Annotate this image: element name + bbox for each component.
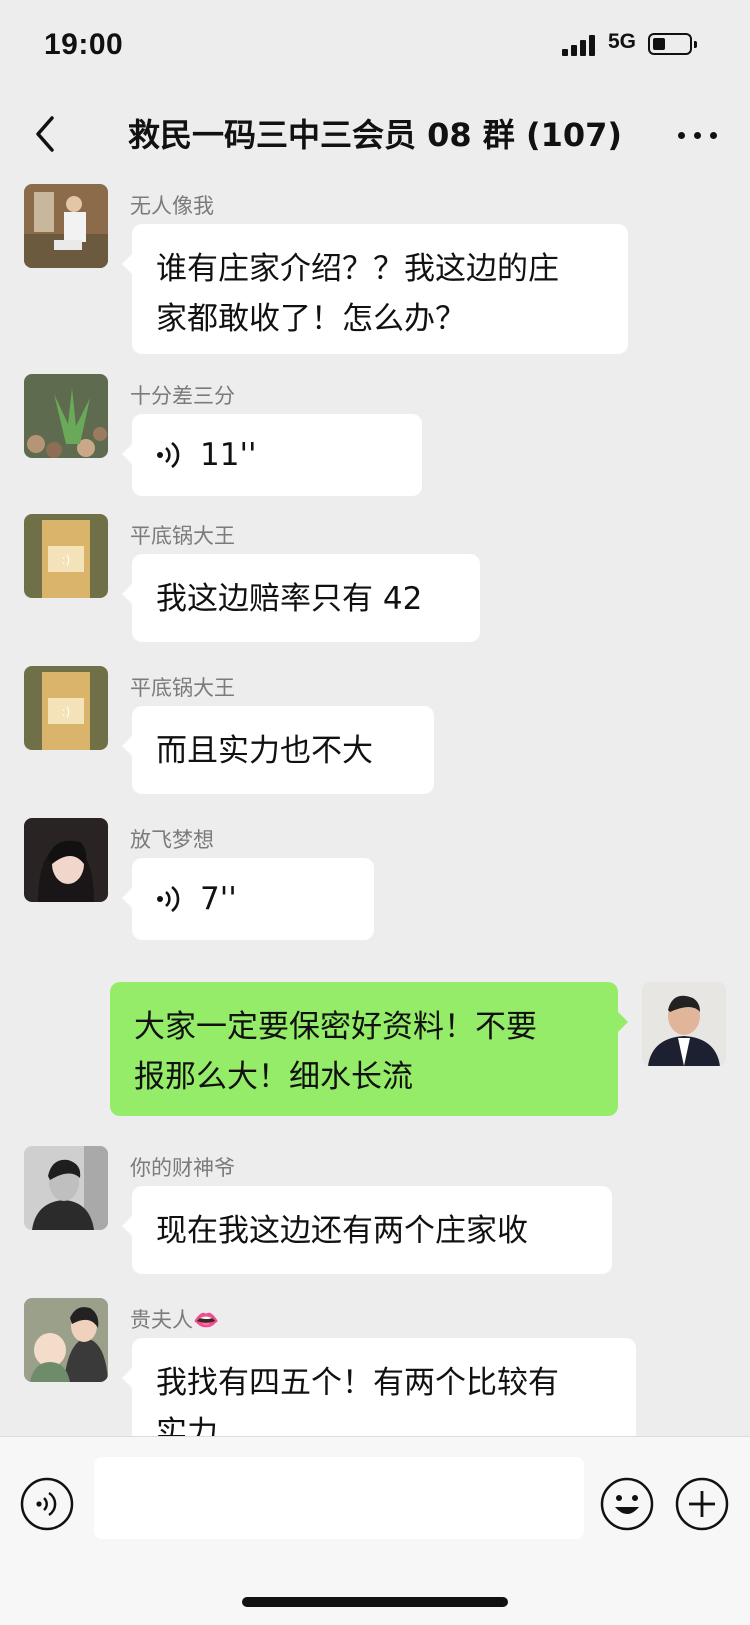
voice-wave-icon [157, 885, 180, 913]
message-text: 我找有四五个！有两个比较有 [156, 1365, 559, 1401]
voice-icon [20, 1477, 74, 1531]
emoji-icon [600, 1477, 654, 1531]
avatar[interactable] [24, 1298, 108, 1382]
sender-name: 贵夫人👄 [130, 1308, 220, 1332]
message-text: 谁有庄家介绍？？我这边的庄 [156, 251, 559, 287]
avatar[interactable] [24, 818, 108, 902]
my-avatar[interactable] [642, 982, 726, 1066]
more-functions-button[interactable] [675, 1477, 729, 1531]
message-bubble[interactable]: 谁有庄家介绍？？我这边的庄 家都敢收了！怎么办？ [122, 224, 628, 354]
voice-toggle-button[interactable] [20, 1477, 74, 1531]
voice-message-bubble[interactable]: 11'' [122, 414, 422, 496]
message-text: 家都敢收了！怎么办？ [156, 301, 466, 337]
message-input[interactable] [94, 1457, 584, 1539]
home-indicator[interactable] [242, 1597, 508, 1607]
chat-title: 救民一码三中三会员 08 群 (107) [127, 116, 622, 154]
message-text: 大家一定要保密好资料！不要 [134, 1009, 537, 1045]
message-text: 现在我这边还有两个庄家收 [156, 1213, 528, 1249]
network-label: 5G [608, 30, 637, 53]
status-time: 19:00 [44, 28, 124, 61]
battery-icon [648, 33, 697, 55]
avatar[interactable] [24, 1146, 108, 1230]
avatar[interactable] [24, 374, 108, 458]
chevron-left-icon [36, 116, 54, 152]
voice-duration: 7'' [200, 881, 237, 917]
sender-name: 放飞梦想 [130, 828, 214, 852]
svg-text::): :) [62, 553, 71, 567]
message-text: 我这边赔率只有 42 [156, 581, 423, 617]
message-text: 实力 [156, 1415, 218, 1436]
signal-icon [562, 34, 598, 56]
svg-text::): :) [62, 705, 71, 719]
avatar[interactable]: :) [24, 514, 108, 598]
message-bubble-self[interactable]: 大家一定要保密好资料！不要 报那么大！细水长流 [110, 982, 628, 1116]
sender-name: 平底锅大王 [130, 676, 235, 700]
sender-name: 无人像我 [130, 194, 214, 218]
sender-name: 十分差三分 [130, 384, 235, 408]
more-dots-icon [678, 132, 685, 139]
voice-message-bubble[interactable]: 7'' [122, 858, 374, 940]
message-bubble[interactable]: 而且实力也不大 [122, 706, 434, 794]
input-bar [0, 1436, 750, 1625]
chat-area[interactable]: 无人像我 谁有庄家介绍？？我这边的庄 家都敢收了！怎么办？ 十分差三分 11''… [0, 174, 750, 1436]
avatar[interactable] [24, 184, 108, 268]
voice-wave-icon [157, 441, 180, 469]
message-bubble[interactable]: 现在我这边还有两个庄家收 [122, 1186, 612, 1274]
message-bubble[interactable]: 我这边赔率只有 42 [122, 554, 480, 642]
sender-name: 平底锅大王 [130, 524, 235, 548]
sender-name: 你的财神爷 [130, 1156, 235, 1180]
nav-bar: 救民一码三中三会员 08 群 (107) [0, 96, 750, 174]
back-button[interactable] [22, 104, 82, 164]
emoji-button[interactable] [600, 1477, 654, 1531]
message-text: 而且实力也不大 [156, 733, 373, 769]
voice-duration: 11'' [200, 437, 257, 473]
more-button[interactable] [668, 106, 728, 162]
plus-icon [675, 1477, 729, 1531]
message-bubble[interactable]: 我找有四五个！有两个比较有 实力 [122, 1338, 636, 1436]
status-bar: 19:00 5G [0, 0, 750, 96]
avatar[interactable]: :) [24, 666, 108, 750]
message-text: 报那么大！细水长流 [134, 1059, 413, 1095]
